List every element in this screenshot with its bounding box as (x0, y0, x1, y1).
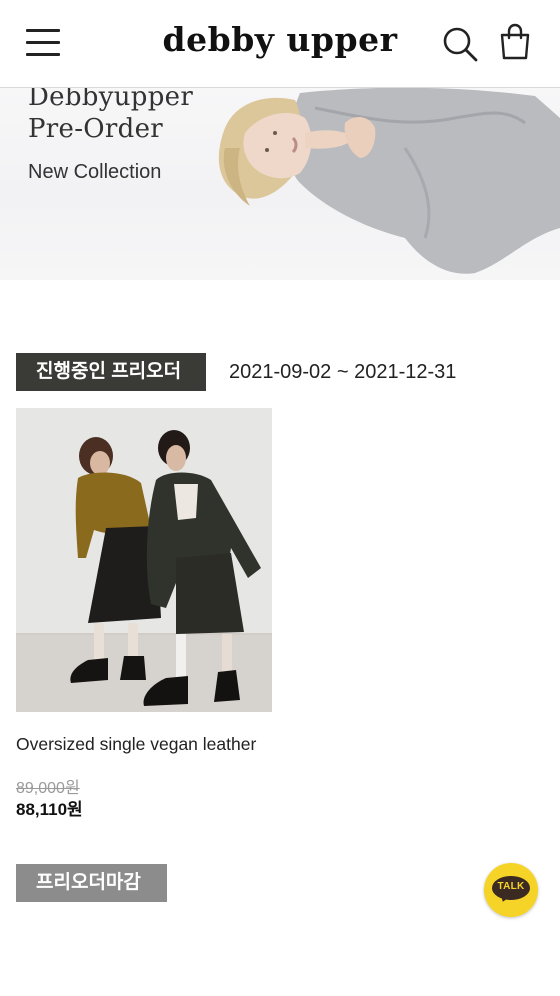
kakao-talk-button[interactable]: TALK (484, 863, 538, 917)
closed-preorder-badge: 프리오더마감 (16, 864, 167, 902)
shopping-bag-icon[interactable] (498, 22, 532, 62)
preorder-banner[interactable]: Debbyupper Pre-Order New Collection (0, 88, 560, 280)
banner-brand: Debbyupper (28, 88, 194, 112)
product-name[interactable]: Oversized single vegan leather (16, 734, 256, 755)
talk-label: TALK (497, 881, 525, 892)
active-preorder-badge: 진행중인 프리오더 (16, 353, 206, 391)
banner-title: Pre-Order (28, 114, 163, 144)
sale-price: 88,110원 (16, 800, 83, 819)
site-header: debby upper (0, 0, 560, 88)
search-icon[interactable] (440, 24, 480, 64)
preorder-period: 2021-09-02 ~ 2021-12-31 (229, 361, 457, 383)
banner-subtitle: New Collection (28, 161, 162, 183)
banner-model-photo (218, 88, 560, 274)
product-image[interactable] (16, 408, 272, 712)
product-card[interactable]: Oversized single vegan leather 89,000원 8… (16, 408, 272, 819)
